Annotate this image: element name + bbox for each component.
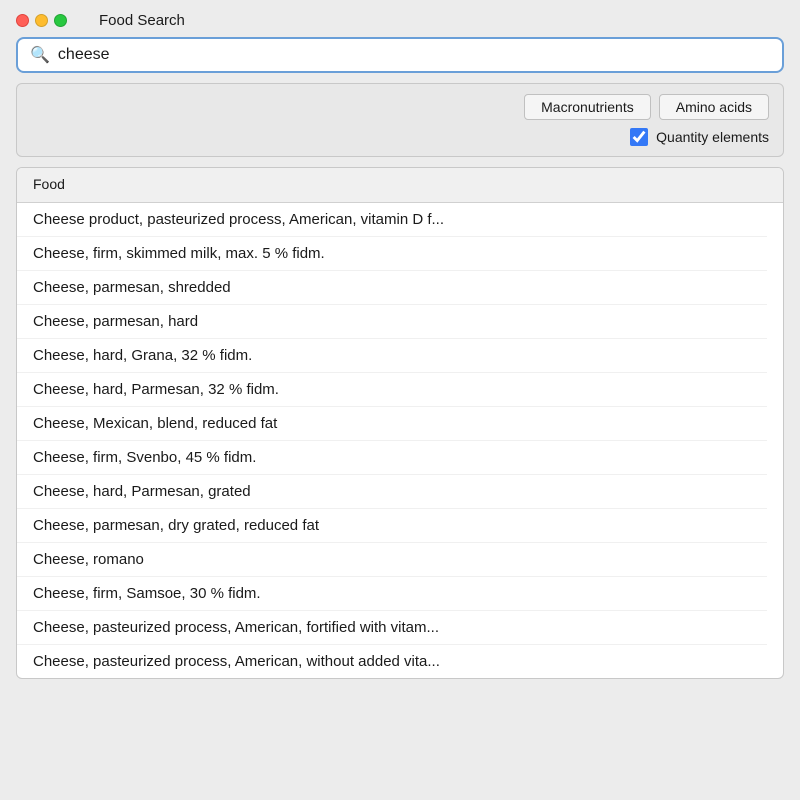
search-icon: 🔍 — [30, 45, 50, 65]
table-row[interactable]: Cheese, parmesan, shredded — [17, 271, 767, 305]
content: 🔍 Macronutrients Amino acids Quantity el… — [0, 37, 800, 695]
maximize-button[interactable] — [54, 14, 67, 27]
amino-acids-tab[interactable]: Amino acids — [659, 94, 769, 120]
table-row[interactable]: Cheese, pasteurized process, American, w… — [17, 645, 767, 678]
search-input[interactable] — [58, 46, 770, 64]
filter-tab-row: Macronutrients Amino acids — [524, 94, 769, 120]
table-row[interactable]: Cheese, firm, Samsoe, 30 % fidm. — [17, 577, 767, 611]
table-row[interactable]: Cheese, hard, Parmesan, grated — [17, 475, 767, 509]
search-bar: 🔍 — [16, 37, 784, 73]
traffic-lights — [16, 14, 67, 27]
table-row[interactable]: Cheese, parmesan, hard — [17, 305, 767, 339]
food-table: Food Cheese product, pasteurized process… — [16, 167, 784, 679]
food-column-header: Food — [33, 176, 65, 192]
table-row[interactable]: Cheese, hard, Grana, 32 % fidm. — [17, 339, 767, 373]
quantity-elements-label[interactable]: Quantity elements — [656, 129, 769, 145]
macronutrients-tab[interactable]: Macronutrients — [524, 94, 651, 120]
table-row[interactable]: Cheese, romano — [17, 543, 767, 577]
close-button[interactable] — [16, 14, 29, 27]
table-body[interactable]: Cheese product, pasteurized process, Ame… — [17, 203, 783, 678]
app-title: Food Search — [99, 12, 185, 29]
minimize-button[interactable] — [35, 14, 48, 27]
quantity-elements-row: Quantity elements — [630, 128, 769, 146]
title-bar: Food Search — [0, 0, 800, 37]
table-row[interactable]: Cheese, hard, Parmesan, 32 % fidm. — [17, 373, 767, 407]
table-row[interactable]: Cheese product, pasteurized process, Ame… — [17, 203, 767, 237]
table-row[interactable]: Cheese, firm, skimmed milk, max. 5 % fid… — [17, 237, 767, 271]
table-row[interactable]: Cheese, parmesan, dry grated, reduced fa… — [17, 509, 767, 543]
filter-area: Macronutrients Amino acids Quantity elem… — [16, 83, 784, 157]
table-header: Food — [17, 168, 783, 203]
table-row[interactable]: Cheese, pasteurized process, American, f… — [17, 611, 767, 645]
quantity-elements-checkbox[interactable] — [630, 128, 648, 146]
table-row[interactable]: Cheese, Mexican, blend, reduced fat — [17, 407, 767, 441]
table-row[interactable]: Cheese, firm, Svenbo, 45 % fidm. — [17, 441, 767, 475]
